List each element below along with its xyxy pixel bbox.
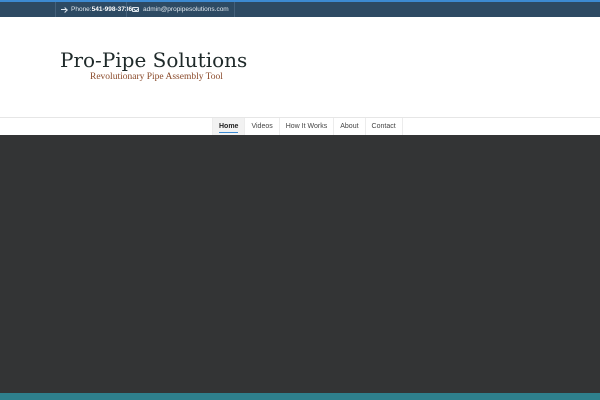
site-header: Pro-Pipe Solutions Revolutionary Pipe As… (0, 17, 600, 117)
logo-tagline: Revolutionary Pipe Assembly Tool (90, 72, 223, 82)
nav-item-how-it-works[interactable]: How It Works (278, 118, 334, 135)
logo-title[interactable]: Pro-Pipe Solutions (60, 48, 247, 72)
email-link[interactable]: admin@propipesolutions.com (143, 6, 229, 13)
email-contact[interactable]: admin@propipesolutions.com (126, 2, 235, 17)
nav-item-videos[interactable]: Videos (244, 118, 278, 135)
arrow-right-icon (61, 7, 67, 13)
nav-item-contact[interactable]: Contact (364, 118, 403, 135)
phone-contact[interactable]: Phone: 541-998-3736 (55, 2, 137, 17)
top-bar: Phone: 541-998-3736 admin@propipesolutio… (0, 0, 600, 17)
footer-strip (0, 393, 600, 400)
hero-section (0, 135, 600, 393)
top-bar-accent (0, 0, 55, 2)
phone-label: Phone: (71, 6, 92, 13)
main-nav: Home Videos How It Works About Contact (0, 117, 600, 135)
envelope-icon (132, 7, 139, 12)
nav-item-home[interactable]: Home (212, 118, 245, 135)
nav-item-about[interactable]: About (333, 118, 364, 135)
